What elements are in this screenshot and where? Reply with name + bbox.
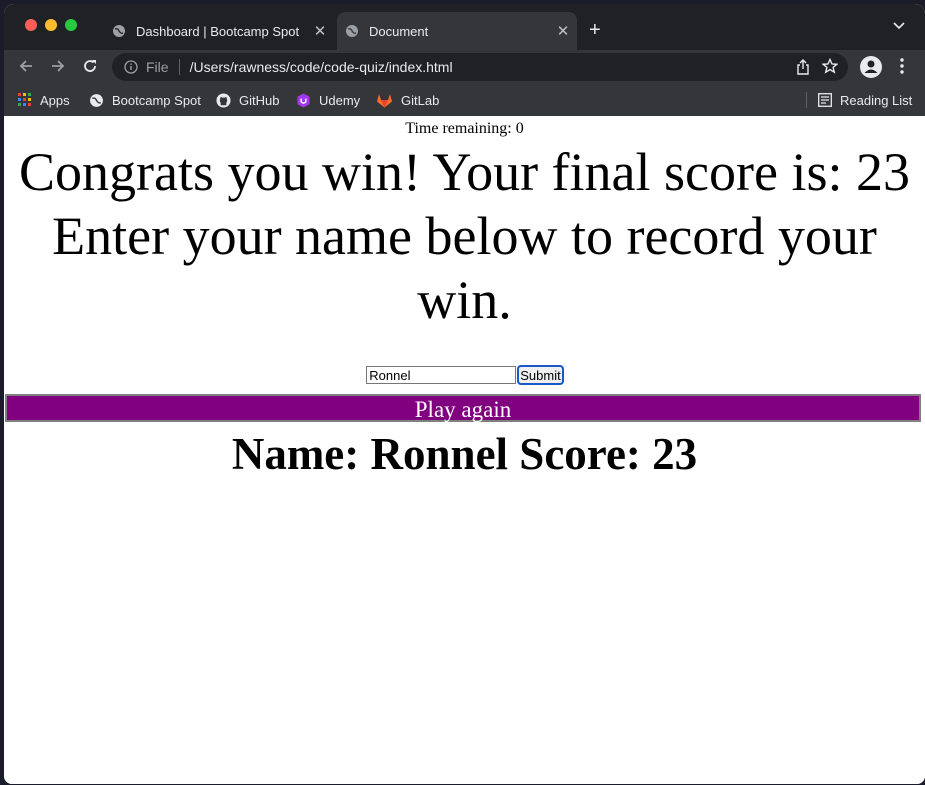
bookmark-label: GitLab — [401, 92, 440, 108]
profile-icon[interactable] — [860, 56, 882, 78]
apps-grid-icon — [18, 93, 31, 106]
bookmark-udemy[interactable]: Udemy — [296, 84, 360, 116]
star-icon[interactable] — [822, 58, 838, 74]
reload-icon[interactable] — [82, 58, 98, 74]
bookmark-github[interactable]: GitHub — [216, 84, 279, 116]
tab-title: Dashboard | Bootcamp Spot — [136, 23, 300, 39]
url-text[interactable]: /Users/rawness/code/code-quiz/index.html — [190, 59, 453, 75]
close-tab-icon[interactable]: ✕ — [553, 22, 573, 40]
chevron-down-icon[interactable] — [893, 22, 905, 30]
page-content: Time remaining: 0 Congrats you win! Your… — [4, 116, 925, 784]
github-icon — [216, 92, 231, 108]
more-menu-icon[interactable] — [900, 58, 904, 74]
tab-title: Document — [369, 23, 429, 39]
maximize-window-button[interactable] — [65, 19, 77, 31]
bookmarks-bar: Apps Bootcamp Spot GitHub Udemy GitLab R… — [4, 84, 925, 117]
divider — [178, 59, 180, 75]
toolbar: File /Users/rawness/code/code-quiz/index… — [4, 50, 925, 84]
browser-window: Dashboard | Bootcamp Spot ✕ Document ✕ +… — [4, 4, 925, 784]
bookmark-label: Bootcamp Spot — [112, 92, 201, 108]
address-bar[interactable]: File /Users/rawness/code/code-quiz/index… — [112, 53, 848, 81]
reading-list-button[interactable]: Reading List — [818, 84, 912, 116]
minimize-window-button[interactable] — [45, 19, 57, 31]
close-window-button[interactable] — [25, 19, 37, 31]
scheme-label: File — [146, 59, 169, 75]
name-input[interactable] — [366, 366, 517, 384]
info-icon[interactable] — [124, 60, 138, 74]
globe-icon — [90, 93, 103, 107]
tab-strip: Dashboard | Bootcamp Spot ✕ Document ✕ + — [4, 4, 925, 50]
submit-button[interactable]: Submit — [517, 365, 564, 385]
close-tab-icon[interactable]: ✕ — [310, 22, 330, 40]
score-form: Submit — [4, 365, 925, 385]
reading-list-label: Reading List — [840, 92, 913, 108]
bookmark-bootcamp-spot[interactable]: Bootcamp Spot — [89, 84, 201, 116]
bookmark-label: Apps — [40, 92, 70, 108]
score-record: Name: Ronnel Score: 23 — [231, 429, 698, 479]
share-icon[interactable] — [796, 59, 810, 75]
timer-text: Time remaining: 0 — [405, 120, 524, 137]
tab-dashboard[interactable]: Dashboard | Bootcamp Spot ✕ — [104, 12, 334, 50]
globe-icon — [113, 25, 125, 37]
play-again-button[interactable]: Play again — [5, 394, 921, 422]
bookmark-label: Udemy — [319, 92, 361, 108]
bookmark-gitlab[interactable]: GitLab — [376, 84, 439, 116]
globe-icon — [346, 25, 358, 37]
reading-list-icon — [818, 93, 832, 107]
back-icon[interactable] — [18, 58, 34, 74]
divider — [806, 92, 807, 108]
new-tab-icon[interactable]: + — [589, 20, 601, 40]
result-message: Congrats you win! Your final score is: 2… — [19, 142, 910, 330]
gitlab-icon — [377, 93, 392, 107]
bookmark-label: GitHub — [239, 92, 280, 108]
tab-document[interactable]: Document ✕ — [337, 12, 577, 50]
forward-icon[interactable] — [50, 58, 66, 74]
udemy-icon — [297, 92, 310, 108]
bookmark-apps[interactable]: Apps — [18, 84, 70, 116]
